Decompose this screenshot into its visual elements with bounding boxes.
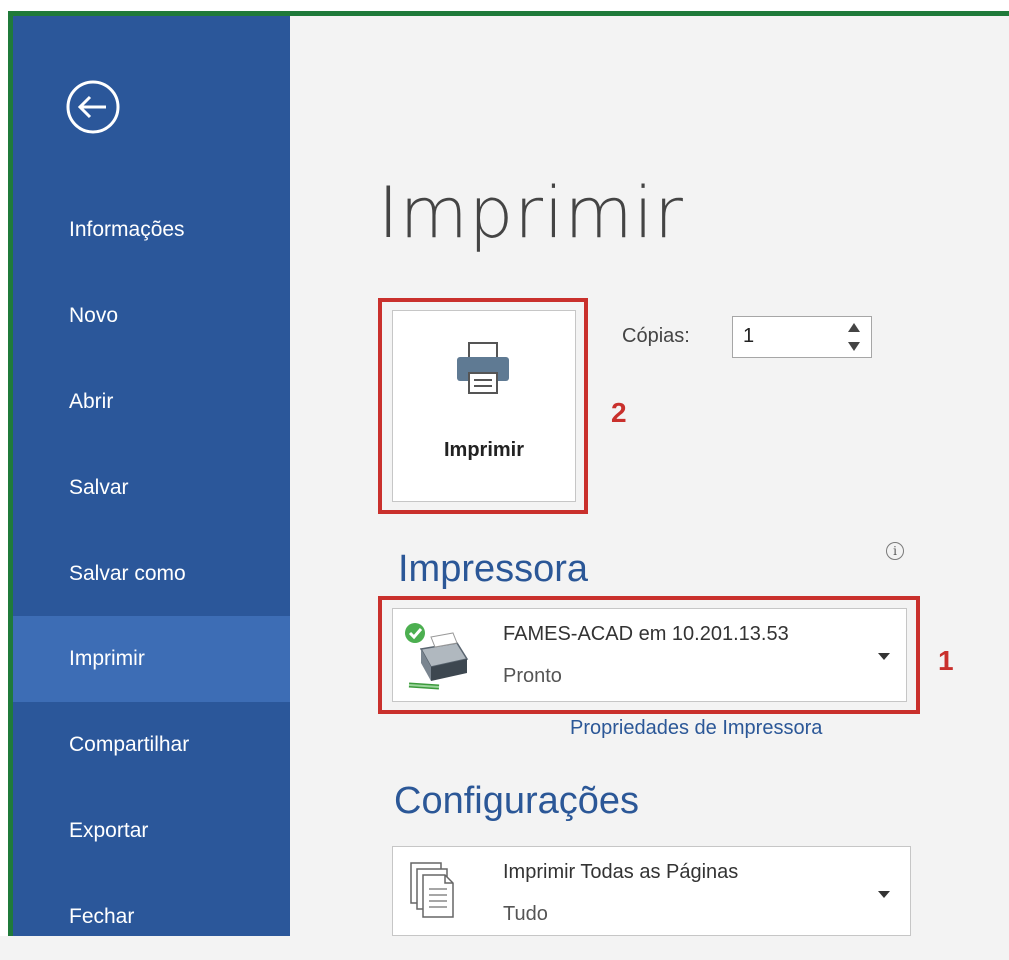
sidebar-item-informacoes[interactable]: Informações [13, 187, 290, 273]
info-icon[interactable]: i [886, 542, 904, 560]
copies-value[interactable]: 1 [743, 325, 754, 348]
sidebar-item-abrir[interactable]: Abrir [13, 359, 290, 445]
back-button[interactable] [64, 78, 122, 136]
window-frame-left [0, 17, 8, 936]
backstage-sidebar: Informações Novo Abrir Salvar Salvar com… [13, 16, 290, 936]
pages-dropdown[interactable]: Imprimir Todas as Páginas Tudo [392, 846, 911, 936]
printer-icon [457, 342, 509, 394]
settings-section-title: Configurações [394, 780, 640, 822]
sidebar-item-novo[interactable]: Novo [13, 273, 290, 359]
sidebar-item-imprimir[interactable]: Imprimir [13, 616, 290, 702]
back-arrow-icon [66, 80, 120, 134]
printer-properties-link[interactable]: Propriedades de Impressora [570, 717, 822, 740]
printer-status: Pronto [503, 665, 562, 687]
copies-label: Cópias: [622, 325, 690, 347]
printer-name: FAMES-ACAD em 10.201.13.53 [503, 623, 789, 645]
copies-stepper[interactable]: 1 [732, 316, 872, 358]
printer-device-icon [405, 623, 469, 690]
sidebar-item-compartilhar[interactable]: Compartilhar [13, 702, 290, 788]
pages-option-sub: Tudo [503, 903, 548, 925]
sidebar-item-salvar-como[interactable]: Salvar como [13, 531, 290, 617]
print-button[interactable]: Imprimir [392, 310, 576, 502]
sidebar-item-fechar[interactable]: Fechar [13, 874, 290, 960]
print-button-label: Imprimir [443, 439, 525, 461]
sidebar-item-exportar[interactable]: Exportar [13, 788, 290, 874]
pages-icon [410, 862, 454, 918]
pages-option: Imprimir Todas as Páginas [503, 861, 739, 883]
spin-down-icon[interactable] [845, 339, 863, 353]
annotation-number-1: 1 [938, 645, 954, 676]
page-title: Imprimir [378, 172, 684, 254]
sidebar-item-salvar[interactable]: Salvar [13, 445, 290, 531]
printer-section-title: Impressora [398, 548, 589, 590]
spin-up-icon[interactable] [845, 321, 863, 335]
chevron-down-icon [878, 653, 890, 660]
annotation-number-2: 2 [611, 397, 627, 428]
printer-dropdown[interactable]: FAMES-ACAD em 10.201.13.53 Pronto [392, 608, 907, 702]
chevron-down-icon [878, 891, 890, 898]
